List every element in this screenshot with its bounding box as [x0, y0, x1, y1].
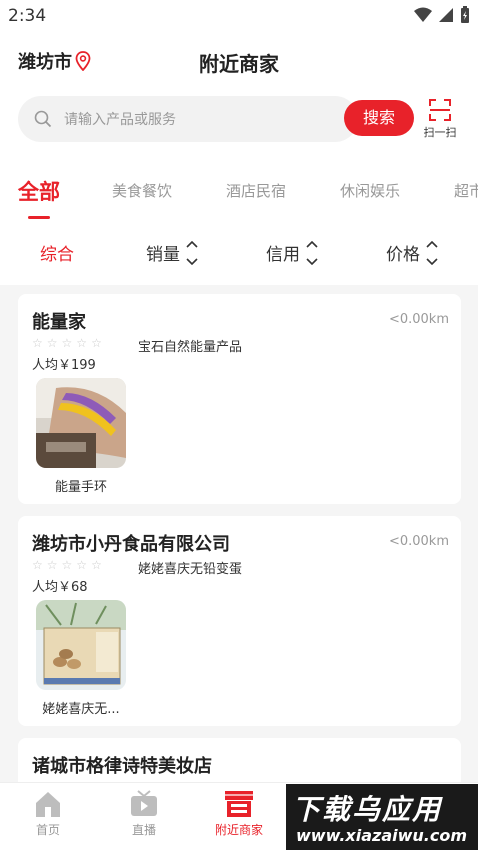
merchant-distance: <0.00km [388, 312, 449, 327]
watermark-url: www.xiazaiwu.com [296, 826, 467, 845]
scan-label: 扫一扫 [423, 126, 457, 139]
tab-leisure[interactable]: 休闲娱乐 [340, 180, 400, 201]
sort-arrows-icon [426, 240, 438, 265]
sort-sales[interactable]: 销量 [146, 240, 198, 265]
nav-home-label: 首页 [35, 823, 60, 837]
star-icon: ☆ [76, 336, 88, 350]
star-icon: ☆ [61, 558, 73, 572]
search-box [18, 96, 358, 144]
merchant-name: 能量家 [32, 312, 86, 333]
merchant-avg-price: 人均￥199 [32, 358, 96, 373]
sort-credit[interactable]: 信用 [266, 240, 318, 265]
sort-sales-label: 销量 [146, 245, 180, 265]
product-image[interactable] [36, 600, 126, 690]
merchant-distance: <0.00km [388, 534, 449, 549]
merchant-card[interactable]: 能量家 <0.00km ☆ ☆ ☆ ☆ ☆ 宝石自然能量产品 人均￥199 能量… [18, 294, 461, 504]
product-image[interactable] [36, 378, 126, 468]
status-icons [414, 6, 470, 24]
search-input[interactable] [62, 96, 346, 144]
sort-overall-label: 综合 [40, 245, 74, 265]
star-icon: ☆ [76, 558, 88, 572]
rating-stars: ☆ ☆ ☆ ☆ ☆ [32, 558, 102, 572]
star-icon: ☆ [32, 558, 43, 572]
scan-button[interactable]: 扫一扫 [418, 98, 462, 140]
search-icon [34, 110, 52, 128]
header: 潍坊市 附近商家 [0, 40, 478, 84]
wifi-icon [414, 7, 432, 22]
product-name: 能量手环 [54, 480, 107, 495]
status-time: 2:34 [8, 6, 47, 26]
sort-overall[interactable]: 综合 [40, 240, 74, 265]
merchant-name: 诸城市格律诗特美妆店 [32, 756, 212, 777]
search-row: 搜索 扫一扫 [18, 96, 468, 144]
nav-live-label: 直播 [131, 823, 156, 837]
search-button[interactable]: 搜索 [344, 100, 414, 136]
sort-price[interactable]: 价格 [386, 240, 438, 265]
tab-all[interactable]: 全部 [18, 176, 60, 206]
merchant-description: 姥姥喜庆无铅变蛋 [138, 562, 243, 577]
star-icon: ☆ [91, 336, 102, 350]
merchant-avg-price: 人均￥68 [32, 580, 88, 595]
tab-hotel[interactable]: 酒店民宿 [226, 180, 286, 201]
watermark-logo: 下载乌应用 www.xiazaiwu.com [286, 784, 478, 850]
merchant-description: 宝石自然能量产品 [138, 340, 243, 355]
page-title: 附近商家 [199, 52, 279, 76]
tab-food[interactable]: 美食餐饮 [112, 180, 172, 201]
nav-nearby[interactable]: 附近商家 [199, 789, 279, 838]
status-bar: 2:34 [0, 0, 478, 32]
battery-icon [461, 6, 469, 23]
nav-nearby-label: 附近商家 [214, 823, 263, 837]
star-icon: ☆ [61, 336, 73, 350]
sort-bar: 综合 销量 信用 价格 [0, 232, 478, 276]
sort-arrows-icon [186, 240, 198, 265]
star-icon: ☆ [46, 558, 58, 572]
watermark-title: 下载乌应用 [292, 793, 443, 826]
product-name: 姥姥喜庆无... [42, 702, 120, 717]
merchant-card[interactable]: 潍坊市小丹食品有限公司 <0.00km ☆ ☆ ☆ ☆ ☆ 姥姥喜庆无铅变蛋 人… [18, 516, 461, 726]
home-icon [36, 792, 60, 817]
signal-icon [439, 8, 453, 22]
sort-price-label: 价格 [386, 245, 420, 265]
sort-credit-label: 信用 [266, 245, 300, 265]
nav-live[interactable]: 直播 [104, 789, 184, 838]
category-tabs: 全部 美食餐饮 酒店民宿 休闲娱乐 超市 [0, 170, 478, 220]
scan-icon [429, 99, 451, 121]
star-icon: ☆ [91, 558, 102, 572]
nav-home[interactable]: 首页 [8, 789, 88, 838]
tab-underline [28, 216, 50, 219]
star-icon: ☆ [32, 336, 43, 350]
rating-stars: ☆ ☆ ☆ ☆ ☆ [32, 336, 102, 350]
tab-supermarket[interactable]: 超市 [454, 180, 478, 201]
merchant-name: 潍坊市小丹食品有限公司 [32, 534, 230, 555]
star-icon: ☆ [46, 336, 58, 350]
top-panel: 2:34 潍坊市 附近商家 搜索 扫一扫 全部 美食餐饮 酒店民宿 休闲娱乐 超… [0, 0, 478, 285]
store-icon [225, 791, 253, 817]
live-tv-icon [131, 790, 157, 816]
sort-arrows-icon [306, 240, 318, 265]
